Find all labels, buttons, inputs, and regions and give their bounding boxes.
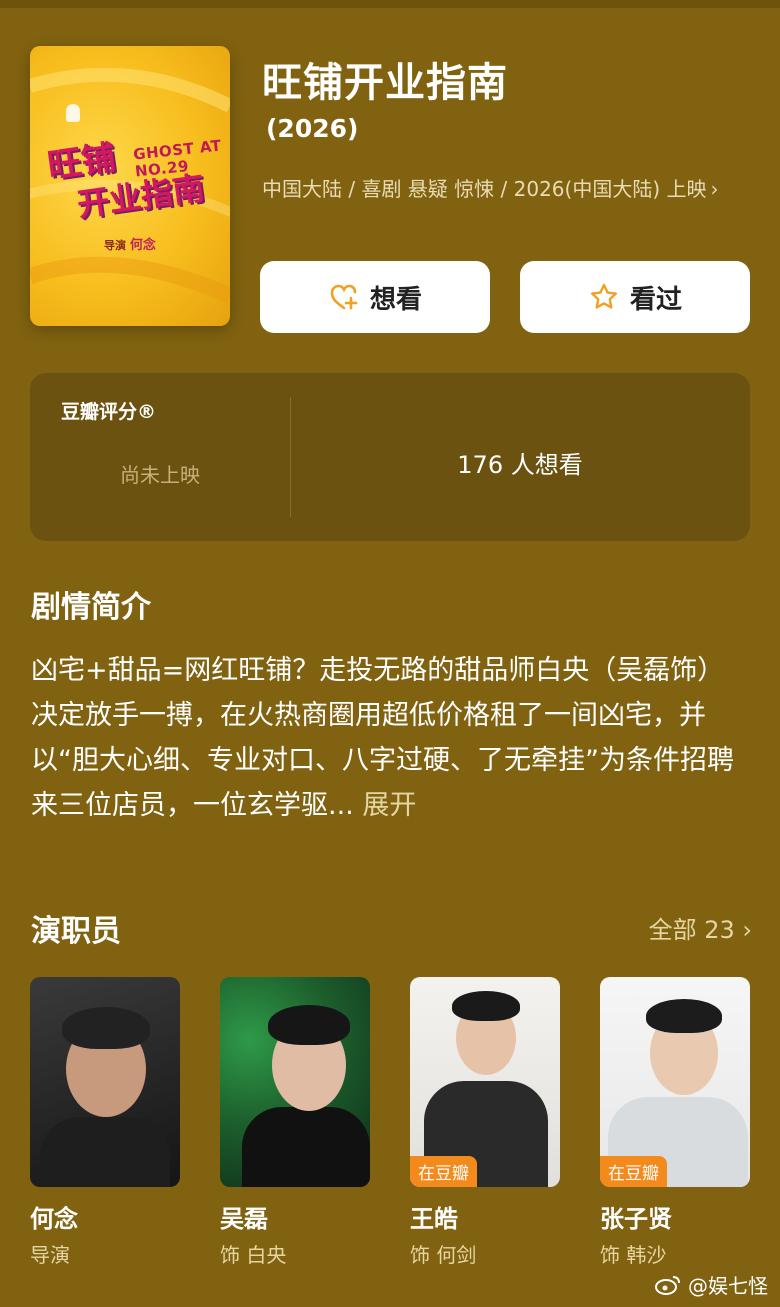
ghost-icon bbox=[66, 104, 80, 122]
cast-role: 饰 白央 bbox=[220, 1243, 287, 1267]
poster-credit: 导演 何念 bbox=[104, 234, 156, 253]
movie-title: 旺铺开业指南 bbox=[262, 60, 508, 106]
rating-card[interactable]: 豆瓣评分® 尚未上映 176 人想看 bbox=[30, 373, 750, 541]
photo-body-shape bbox=[242, 1107, 370, 1187]
photo-hair-shape bbox=[62, 1007, 150, 1049]
cast-photo bbox=[220, 977, 370, 1187]
movie-meta[interactable]: 中国大陆 / 喜剧 悬疑 惊悚 / 2026(中国大陆) 上映 › bbox=[262, 172, 732, 206]
chevron-right-icon: › bbox=[742, 916, 752, 944]
movie-year: (2026) bbox=[266, 114, 359, 143]
photo-body-shape bbox=[40, 1117, 170, 1187]
photo-hair-shape bbox=[268, 1005, 350, 1045]
synopsis-expand-link[interactable]: 展开 bbox=[362, 790, 416, 821]
cast-role: 饰 韩沙 bbox=[600, 1243, 667, 1267]
cast-heading: 演职员 bbox=[31, 914, 121, 949]
movie-poster[interactable]: 旺铺 开业指南 GHOST AT NO.29 导演 何念 bbox=[30, 46, 230, 326]
cast-all-label: 全部 23 bbox=[648, 916, 735, 944]
poster-credit-label: 导演 bbox=[104, 239, 126, 252]
star-icon bbox=[590, 283, 617, 309]
cast-card-2[interactable]: 吴磊 饰 白央 bbox=[220, 977, 370, 1267]
cast-role: 饰 何剑 bbox=[410, 1243, 477, 1267]
heart-plus-icon bbox=[330, 284, 358, 310]
cast-card-4[interactable]: 在豆瓣 张子贤 饰 韩沙 bbox=[600, 977, 750, 1267]
cast-photo: 在豆瓣 bbox=[410, 977, 560, 1187]
want-to-watch-button[interactable]: 想看 bbox=[260, 261, 490, 333]
photo-hair-shape bbox=[452, 991, 520, 1021]
watermark: @娱七怪 bbox=[654, 1270, 768, 1299]
rating-status: 尚未上映 bbox=[120, 463, 200, 487]
on-douban-badge: 在豆瓣 bbox=[600, 1156, 667, 1187]
top-bar bbox=[0, 0, 780, 8]
poster-credit-name: 何念 bbox=[129, 238, 156, 253]
cast-photo: 在豆瓣 bbox=[600, 977, 750, 1187]
cast-card-1[interactable]: 何念 导演 bbox=[30, 977, 180, 1267]
cast-name: 何念 bbox=[30, 1205, 78, 1233]
cast-photo bbox=[30, 977, 180, 1187]
cast-name: 王皓 bbox=[410, 1205, 458, 1233]
cast-role: 导演 bbox=[30, 1243, 70, 1267]
cast-card-3[interactable]: 在豆瓣 王皓 饰 何剑 bbox=[410, 977, 560, 1267]
watched-button[interactable]: 看过 bbox=[520, 261, 750, 333]
watermark-text: @娱七怪 bbox=[688, 1274, 768, 1298]
cast-name: 吴磊 bbox=[220, 1205, 268, 1233]
synopsis-heading: 剧情简介 bbox=[31, 590, 151, 625]
watched-label: 看过 bbox=[629, 284, 682, 315]
want-count: 176 人想看 bbox=[457, 451, 583, 479]
movie-meta-text: 中国大陆 / 喜剧 悬疑 惊悚 / 2026(中国大陆) 上映 bbox=[262, 177, 707, 201]
want-to-watch-label: 想看 bbox=[369, 284, 422, 315]
on-douban-badge: 在豆瓣 bbox=[410, 1156, 477, 1187]
synopsis-text: 凶宅+甜品=网红旺铺？走投无路的甜品师白央（吴磊饰）决定放手一搏，在火热商圈用超… bbox=[31, 648, 751, 828]
chevron-right-icon: › bbox=[710, 177, 719, 201]
weibo-icon bbox=[655, 1275, 680, 1295]
cast-all-link[interactable]: 全部 23 › bbox=[649, 910, 752, 945]
rating-label: 豆瓣评分® bbox=[61, 401, 157, 423]
cast-name: 张子贤 bbox=[600, 1205, 672, 1233]
photo-hair-shape bbox=[646, 999, 722, 1033]
